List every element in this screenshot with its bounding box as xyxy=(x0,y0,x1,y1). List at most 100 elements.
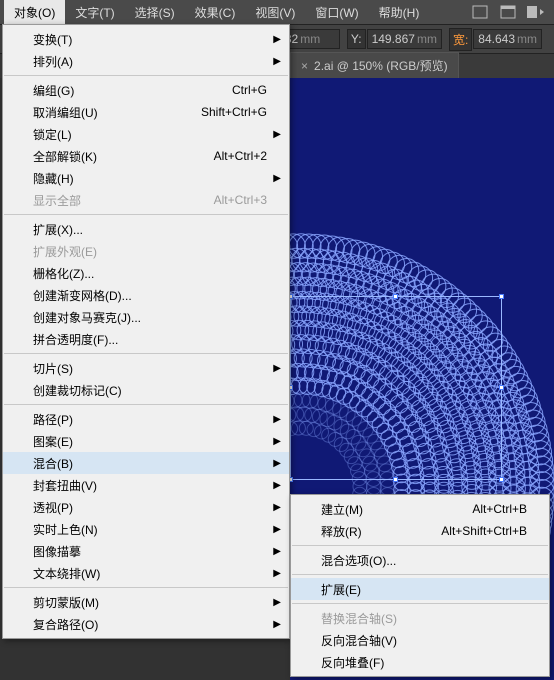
object-menu-item-1[interactable]: 排列(A) ▶ xyxy=(3,50,289,72)
toolbar-icon-3[interactable] xyxy=(525,3,547,21)
menu-item-label: 透视(P) xyxy=(33,499,73,516)
menu-item-label: 隐藏(H) xyxy=(33,170,74,187)
object-menu-item-24[interactable]: 透视(P) ▶ xyxy=(3,496,289,518)
handle-left-mid[interactable] xyxy=(290,385,293,390)
menu-window[interactable]: 窗口(W) xyxy=(305,0,368,25)
object-menu-item-17[interactable]: 切片(S)▶ xyxy=(3,357,289,379)
handle-bottom-mid[interactable] xyxy=(393,477,398,482)
submenu-arrow-icon: ▶ xyxy=(273,129,281,140)
handle-right-mid[interactable] xyxy=(499,385,504,390)
submenu-arrow-icon: ▶ xyxy=(273,436,281,447)
menu-type[interactable]: 文字(T) xyxy=(65,0,124,25)
menu-item-label: 建立(M) xyxy=(321,501,363,518)
menu-item-label: 文本绕排(W) xyxy=(33,565,100,582)
menu-item-label: 取消编组(U) xyxy=(33,104,98,121)
object-menu-item-6[interactable]: 全部解锁(K) Alt+Ctrl+2 xyxy=(3,145,289,167)
blend-submenu-item-8[interactable]: 反向混合轴(V) xyxy=(291,629,549,651)
blend-submenu: 建立(M)Alt+Ctrl+B释放(R)Alt+Shift+Ctrl+B 混合选项… xyxy=(290,494,550,677)
menu-shortcut: Alt+Ctrl+2 xyxy=(214,149,267,163)
submenu-arrow-icon: ▶ xyxy=(273,502,281,513)
menu-item-label: 栅格化(Z)... xyxy=(33,265,94,282)
object-menu-item-0[interactable]: 变换(T) ▶ xyxy=(3,28,289,50)
blend-submenu-separator xyxy=(292,574,548,575)
toolbar-icon-1[interactable] xyxy=(469,3,491,21)
menu-help[interactable]: 帮助(H) xyxy=(369,0,430,25)
menu-item-label: 拼合透明度(F)... xyxy=(33,331,118,348)
object-menu-item-4[interactable]: 取消编组(U) Shift+Ctrl+G xyxy=(3,101,289,123)
submenu-arrow-icon: ▶ xyxy=(273,34,281,45)
object-menu-separator xyxy=(4,404,288,405)
object-menu-item-26[interactable]: 图像描摹 ▶ xyxy=(3,540,289,562)
blend-submenu-separator xyxy=(292,603,548,604)
menu-object[interactable]: 对象(O) xyxy=(4,0,65,25)
blend-submenu-item-0[interactable]: 建立(M)Alt+Ctrl+B xyxy=(291,498,549,520)
menu-item-label: 混合(B) xyxy=(33,455,73,472)
object-menu-item-22[interactable]: 混合(B) ▶ xyxy=(3,452,289,474)
object-menu-item-14[interactable]: 创建对象马赛克(J)... xyxy=(3,306,289,328)
object-menu-item-15[interactable]: 拼合透明度(F)... xyxy=(3,328,289,350)
menu-shortcut: Shift+Ctrl+G xyxy=(201,105,267,119)
handle-bottom-left[interactable] xyxy=(290,477,293,482)
object-menu-item-21[interactable]: 图案(E)▶ xyxy=(3,430,289,452)
object-menu: 变换(T) ▶ 排列(A) ▶ 编组(G)Ctrl+G 取消编组(U) Shift+Ctrl… xyxy=(2,24,290,639)
object-menu-separator xyxy=(4,587,288,588)
object-menu-item-13[interactable]: 创建渐变网格(D)... xyxy=(3,284,289,306)
menu-item-label: 排列(A) xyxy=(33,53,73,70)
object-menu-item-10[interactable]: 扩展(X)... xyxy=(3,218,289,240)
menu-item-label: 切片(S) xyxy=(33,360,73,377)
object-menu-item-29[interactable]: 剪切蒙版(M)▶ xyxy=(3,591,289,613)
blend-submenu-item-5[interactable]: 扩展(E) xyxy=(291,578,549,600)
handle-bottom-right[interactable] xyxy=(499,477,504,482)
blend-submenu-item-7: 替换混合轴(S) xyxy=(291,607,549,629)
submenu-arrow-icon: ▶ xyxy=(273,568,281,579)
menu-item-label: 创建渐变网格(D)... xyxy=(33,287,132,304)
submenu-arrow-icon: ▶ xyxy=(273,597,281,608)
w-value[interactable]: 84.643mm xyxy=(473,29,542,49)
menu-item-label: 释放(R) xyxy=(321,523,362,540)
object-menu-item-23[interactable]: 封套扭曲(V) ▶ xyxy=(3,474,289,496)
handle-top-mid[interactable] xyxy=(393,294,398,299)
object-menu-item-7[interactable]: 隐藏(H)▶ xyxy=(3,167,289,189)
object-menu-item-20[interactable]: 路径(P) ▶ xyxy=(3,408,289,430)
menu-item-label: 图像描摹 xyxy=(33,543,81,560)
object-menu-separator xyxy=(4,75,288,76)
menu-item-label: 复合路径(O) xyxy=(33,616,98,633)
menu-effect[interactable]: 效果(C) xyxy=(185,0,246,25)
document-tab[interactable]: × 2.ai @ 150% (RGB/预览) xyxy=(290,52,459,78)
menu-item-label: 封套扭曲(V) xyxy=(33,477,97,494)
menu-item-label: 扩展(X)... xyxy=(33,221,83,238)
submenu-arrow-icon: ▶ xyxy=(273,524,281,535)
menu-select[interactable]: 选择(S) xyxy=(125,0,185,25)
handle-top-left[interactable] xyxy=(290,294,293,299)
object-menu-item-3[interactable]: 编组(G)Ctrl+G xyxy=(3,79,289,101)
object-menu-item-25[interactable]: 实时上色(N)▶ xyxy=(3,518,289,540)
blend-submenu-item-3[interactable]: 混合选项(O)... xyxy=(291,549,549,571)
object-menu-item-12[interactable]: 栅格化(Z)... xyxy=(3,262,289,284)
menu-item-label: 变换(T) xyxy=(33,31,72,48)
blend-submenu-item-1[interactable]: 释放(R)Alt+Shift+Ctrl+B xyxy=(291,520,549,542)
object-menu-item-30[interactable]: 复合路径(O)▶ xyxy=(3,613,289,635)
object-menu-item-5[interactable]: 锁定(L)▶ xyxy=(3,123,289,145)
tab-close-icon[interactable]: × xyxy=(301,59,308,73)
menu-item-label: 路径(P) xyxy=(33,411,73,428)
y-value[interactable]: 149.867mm xyxy=(367,29,442,49)
menu-item-label: 编组(G) xyxy=(33,82,74,99)
menu-view[interactable]: 视图(V) xyxy=(245,0,305,25)
submenu-arrow-icon: ▶ xyxy=(273,480,281,491)
submenu-arrow-icon: ▶ xyxy=(273,546,281,557)
object-menu-item-18[interactable]: 创建裁切标记(C) xyxy=(3,379,289,401)
selection-bounds xyxy=(290,296,502,480)
handle-top-right[interactable] xyxy=(499,294,504,299)
y-label: Y: xyxy=(347,29,366,49)
object-menu-separator xyxy=(4,353,288,354)
submenu-arrow-icon: ▶ xyxy=(273,414,281,425)
menu-item-label: 全部解锁(K) xyxy=(33,148,97,165)
menu-item-label: 反向混合轴(V) xyxy=(321,632,397,649)
submenu-arrow-icon: ▶ xyxy=(273,56,281,67)
toolbar-icon-2[interactable] xyxy=(497,3,519,21)
object-menu-separator xyxy=(4,214,288,215)
menu-item-label: 扩展(E) xyxy=(321,581,361,598)
blend-submenu-item-9[interactable]: 反向堆叠(F) xyxy=(291,651,549,673)
object-menu-item-27[interactable]: 文本绕排(W) ▶ xyxy=(3,562,289,584)
submenu-arrow-icon: ▶ xyxy=(273,458,281,469)
